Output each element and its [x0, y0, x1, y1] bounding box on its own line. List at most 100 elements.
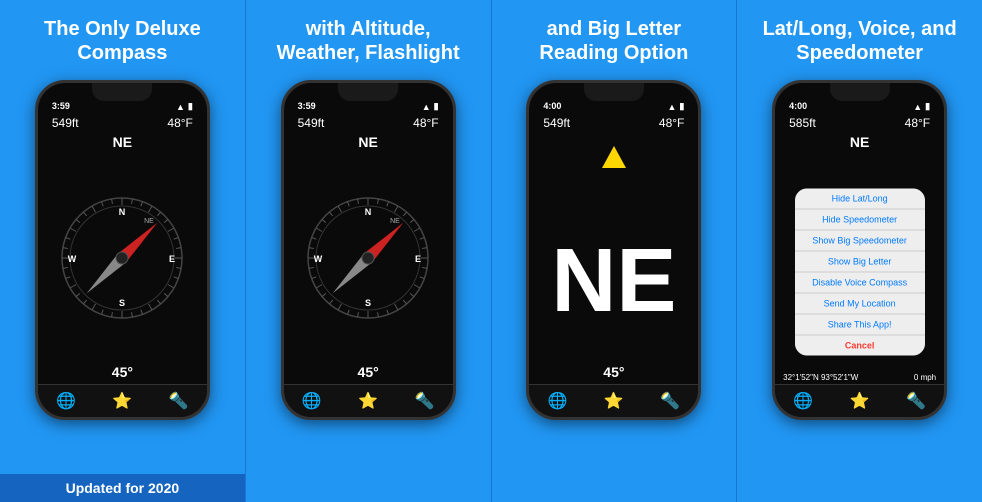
svg-text:W: W	[314, 254, 323, 264]
flashlight-icon-1[interactable]: 🔦	[169, 391, 189, 411]
updated-footer: Updated for 2020	[0, 474, 245, 502]
toolbar-4: 🌐 ⭐ 🔦	[775, 384, 944, 417]
svg-text:NE: NE	[145, 218, 155, 225]
degree-2: 45°	[284, 364, 453, 384]
menu-item-hide-speedometer[interactable]: Hide Speedometer	[795, 210, 925, 231]
info-row-2: 549ft 48°F	[284, 114, 453, 132]
battery-icon-3: ▮	[679, 101, 684, 112]
phone-3-notch	[584, 83, 644, 101]
speed: 0 mph	[914, 373, 936, 382]
wifi-icon-1: ▲	[176, 102, 185, 112]
compass-svg-1: N S W E NE	[57, 193, 187, 323]
compass-area-2: N S W E NE	[284, 152, 453, 364]
battery-icon-1: ▮	[188, 101, 193, 112]
wifi-icon-2: ▲	[422, 102, 431, 112]
status-icons-2: ▲ ▮	[422, 101, 439, 112]
flashlight-icon-4[interactable]: 🔦	[906, 391, 926, 411]
globe-icon-1[interactable]: 🌐	[56, 391, 76, 411]
coordinates: 32°1'52"N 93°52'1"W	[783, 373, 858, 382]
panel-1-title: The Only Deluxe Compass	[0, 0, 245, 80]
altitude-4: 585ft	[789, 116, 816, 130]
phone-2: 3:59 ▲ ▮ 549ft 48°F NE	[281, 80, 456, 420]
phone-1-notch	[92, 83, 152, 101]
status-icons-4: ▲ ▮	[913, 101, 930, 112]
star-icon-2[interactable]: ⭐	[358, 391, 378, 411]
flashlight-icon-2[interactable]: 🔦	[414, 391, 434, 411]
menu-item-send-location[interactable]: Send My Location	[795, 294, 925, 315]
altitude-2: 549ft	[298, 116, 325, 130]
degree-3: 45°	[529, 364, 698, 384]
svg-text:NE: NE	[390, 218, 400, 225]
direction-label-1: NE	[38, 132, 207, 152]
panel-3-title: and Big LetterReading Option	[529, 0, 698, 80]
flashlight-icon-3[interactable]: 🔦	[660, 391, 680, 411]
temp-2: 48°F	[413, 116, 438, 130]
phone-3-screen: 4:00 ▲ ▮ 549ft 48°F NE 45°	[529, 83, 698, 417]
battery-icon-4: ▮	[925, 101, 930, 112]
star-icon-4[interactable]: ⭐	[850, 391, 870, 411]
temp-4: 48°F	[905, 116, 930, 130]
svg-text:E: E	[415, 254, 421, 264]
panel-3: and Big LetterReading Option 4:00 ▲ ▮ 54…	[492, 0, 738, 502]
big-ne-display: NE	[551, 236, 676, 326]
status-icons-1: ▲ ▮	[176, 101, 193, 112]
phone-2-screen: 3:59 ▲ ▮ 549ft 48°F NE	[284, 83, 453, 417]
wifi-icon-3: ▲	[668, 102, 677, 112]
phone-4-notch	[830, 83, 890, 101]
phone-1: 3:59 ▲ ▮ 549ft 48°F NE	[35, 80, 210, 420]
panel-4-title: Lat/Long, Voice, andSpeedometer	[753, 0, 967, 80]
compass-area-4: N S W E Hide Lat/Long Hide Speedometer	[775, 152, 944, 371]
svg-text:W: W	[68, 254, 77, 264]
svg-text:N: N	[119, 207, 126, 217]
context-menu[interactable]: Hide Lat/Long Hide Speedometer Show Big …	[795, 189, 925, 356]
compass-area-1: N S W E NE	[38, 152, 207, 364]
time-1: 3:59	[52, 101, 70, 112]
phone-1-screen: 3:59 ▲ ▮ 549ft 48°F NE	[38, 83, 207, 417]
temp-1: 48°F	[167, 116, 192, 130]
direction-label-2: NE	[284, 132, 453, 152]
globe-icon-2[interactable]: 🌐	[302, 391, 322, 411]
menu-item-cancel[interactable]: Cancel	[795, 336, 925, 356]
menu-item-disable-voice[interactable]: Disable Voice Compass	[795, 273, 925, 294]
star-icon-3[interactable]: ⭐	[604, 391, 624, 411]
svg-text:N: N	[365, 207, 372, 217]
big-letter-area: NE	[529, 168, 698, 364]
panel-4: Lat/Long, Voice, andSpeedometer 4:00 ▲ ▮…	[737, 0, 982, 502]
direction-arrow-up	[602, 146, 626, 168]
time-3: 4:00	[543, 101, 561, 112]
star-icon-1[interactable]: ⭐	[112, 391, 132, 411]
arrow-area	[529, 136, 698, 168]
svg-text:E: E	[169, 254, 175, 264]
battery-icon-2: ▮	[434, 101, 439, 112]
wifi-icon-4: ▲	[913, 102, 922, 112]
svg-text:S: S	[365, 298, 371, 308]
status-icons-3: ▲ ▮	[668, 101, 685, 112]
direction-label-4: NE	[775, 132, 944, 152]
phone-2-notch	[338, 83, 398, 101]
menu-item-hide-lat-long[interactable]: Hide Lat/Long	[795, 189, 925, 210]
altitude-3: 549ft	[543, 116, 570, 130]
globe-icon-4[interactable]: 🌐	[793, 391, 813, 411]
toolbar-3: 🌐 ⭐ 🔦	[529, 384, 698, 417]
main-container: The Only Deluxe Compass 3:59 ▲ ▮ 549ft 4…	[0, 0, 982, 502]
menu-item-show-big-letter[interactable]: Show Big Letter	[795, 252, 925, 273]
altitude-1: 549ft	[52, 116, 79, 130]
menu-item-share-app[interactable]: Share This App!	[795, 315, 925, 336]
svg-text:S: S	[119, 298, 125, 308]
temp-3: 48°F	[659, 116, 684, 130]
panel-2: with Altitude,Weather, Flashlight 3:59 ▲…	[246, 0, 492, 502]
info-row-3: 549ft 48°F	[529, 114, 698, 132]
info-row-1: 549ft 48°F	[38, 114, 207, 132]
compass-svg-2: N S W E NE	[303, 193, 433, 323]
phone-4-screen: 4:00 ▲ ▮ 585ft 48°F NE N S	[775, 83, 944, 417]
menu-item-show-big-speedometer[interactable]: Show Big Speedometer	[795, 231, 925, 252]
toolbar-2: 🌐 ⭐ 🔦	[284, 384, 453, 417]
degree-1: 45°	[38, 364, 207, 384]
phone-3: 4:00 ▲ ▮ 549ft 48°F NE 45°	[526, 80, 701, 420]
time-2: 3:59	[298, 101, 316, 112]
panel-2-title: with Altitude,Weather, Flashlight	[267, 0, 470, 80]
coords-row: 32°1'52"N 93°52'1"W 0 mph	[775, 371, 944, 384]
panel-1: The Only Deluxe Compass 3:59 ▲ ▮ 549ft 4…	[0, 0, 246, 502]
toolbar-1: 🌐 ⭐ 🔦	[38, 384, 207, 417]
globe-icon-3[interactable]: 🌐	[548, 391, 568, 411]
